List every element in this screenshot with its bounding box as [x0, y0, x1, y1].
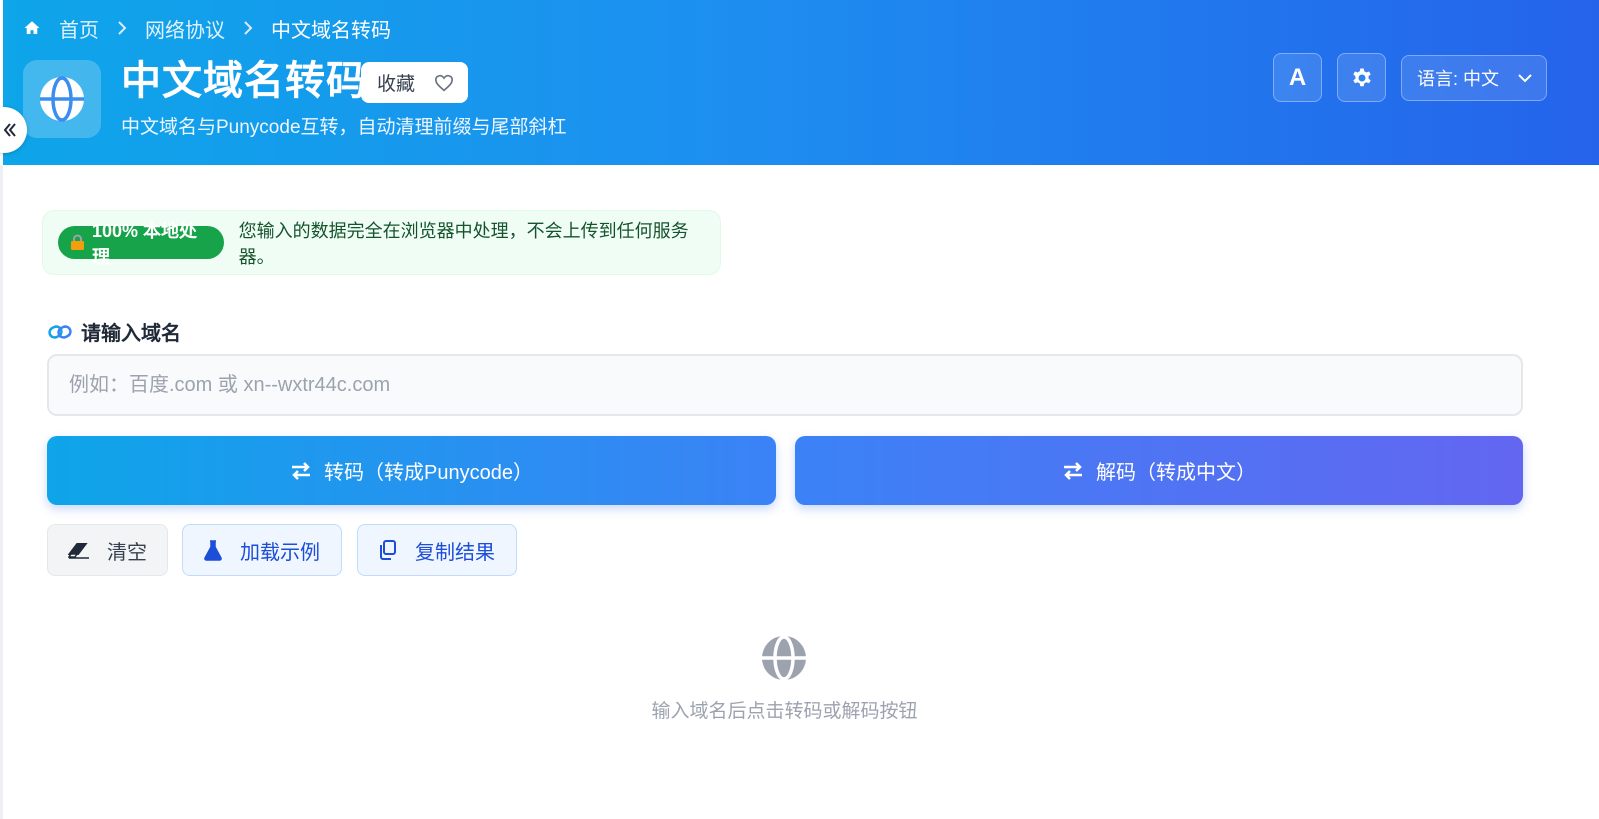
domain-input-label-text: 请输入域名 [81, 323, 181, 345]
load-example-button[interactable]: 加载示例 [182, 524, 342, 576]
load-example-button-label: 加载示例 [240, 541, 320, 564]
domain-input-label: 请输入域名 [48, 317, 181, 346]
empty-state-text: 输入域名后点击转码或解码按钮 [651, 701, 918, 722]
flask-icon [203, 539, 223, 561]
breadcrumb-current: 中文域名转码 [271, 19, 391, 42]
chevron-right-icon [243, 21, 253, 35]
double-chevron-left-icon [3, 122, 17, 138]
swap-arrows-icon [1062, 461, 1084, 481]
chevron-down-icon [1518, 73, 1532, 83]
favorite-button[interactable]: 收藏 [361, 62, 468, 103]
settings-button[interactable] [1337, 53, 1386, 102]
encode-button[interactable]: 转码（转成Punycode） [47, 436, 776, 505]
privacy-text: 您输入的数据完全在浏览器中处理，不会上传到任何服务器。 [238, 220, 689, 267]
breadcrumb-category-link[interactable]: 网络协议 [145, 14, 225, 43]
app-logo [23, 60, 101, 138]
page-header: 首页 网络协议 中文域名转码 中文域名转码 收藏 中文域名与Punycode互转… [0, 0, 1599, 165]
breadcrumb: 首页 网络协议 中文域名转码 [23, 14, 391, 43]
copy-icon [378, 539, 398, 561]
font-icon: A [1288, 63, 1307, 91]
clear-button[interactable]: 清空 [47, 524, 168, 576]
language-select-value: 语言: 中文 [1417, 69, 1500, 89]
language-select[interactable]: 语言: 中文 [1401, 55, 1547, 101]
breadcrumb-home-link[interactable]: 首页 [59, 14, 99, 43]
chevron-right-icon [117, 21, 127, 35]
privacy-notice: 100% 本地处理 您输入的数据完全在浏览器中处理，不会上传到任何服务器。 [42, 210, 721, 275]
copy-result-button-label: 复制结果 [415, 541, 495, 564]
decode-button[interactable]: 解码（转成中文） [795, 436, 1523, 505]
decode-button-label: 解码（转成中文） [1096, 462, 1256, 484]
privacy-badge: 100% 本地处理 [58, 221, 224, 267]
privacy-badge-label: 100% 本地处理 [92, 220, 198, 267]
globe-icon [39, 76, 85, 122]
lock-icon [70, 234, 85, 251]
favorite-label: 收藏 [377, 74, 416, 95]
page-title: 中文域名转码 [121, 59, 367, 103]
clear-button-label: 清空 [107, 541, 147, 564]
swap-arrows-icon [290, 461, 312, 481]
font-size-button[interactable]: A [1273, 53, 1322, 102]
globe-icon [760, 634, 808, 682]
page-subtitle: 中文域名与Punycode互转，自动清理前缀与尾部斜杠 [121, 117, 567, 138]
link-icon [48, 323, 72, 341]
encode-button-label: 转码（转成Punycode） [324, 462, 533, 484]
domain-input[interactable] [47, 354, 1523, 416]
eraser-icon [68, 541, 90, 559]
home-icon[interactable] [23, 19, 41, 37]
gear-icon [1350, 66, 1374, 90]
copy-result-button[interactable]: 复制结果 [357, 524, 517, 576]
heart-icon [434, 74, 454, 92]
